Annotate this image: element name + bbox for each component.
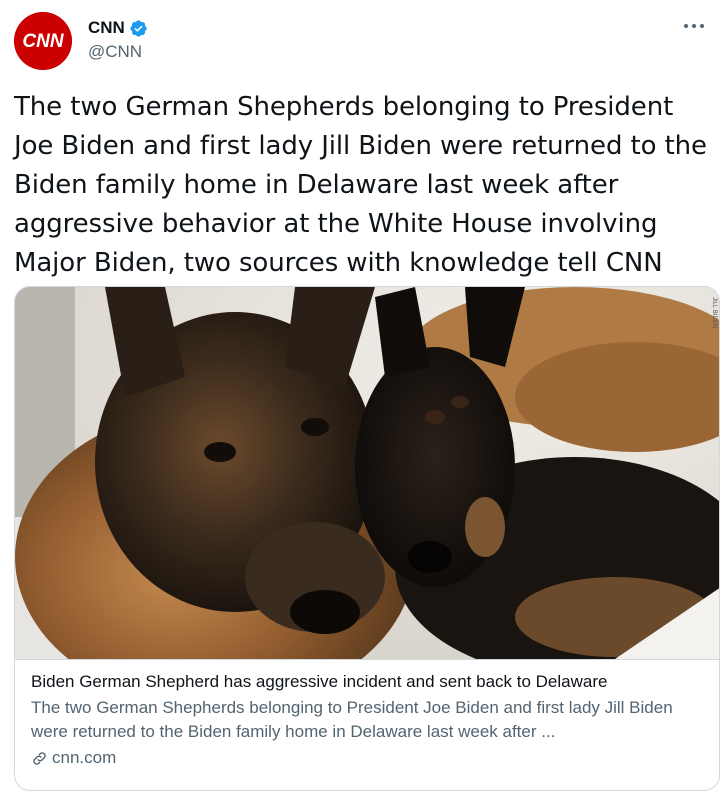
cnn-logo-icon: CNN <box>14 12 72 70</box>
card-domain-row: cnn.com <box>31 746 703 770</box>
tweet: CNN CNN @CNN The two German Shepherds be… <box>0 0 722 806</box>
image-credit: JILL BIDEN <box>711 297 717 328</box>
link-card[interactable]: JILL BIDEN Biden German Shepherd has agg… <box>14 286 720 791</box>
card-meta[interactable]: Biden German Shepherd has aggressive inc… <box>15 659 719 790</box>
more-horizontal-icon[interactable] <box>680 16 708 36</box>
tweet-header: CNN CNN @CNN <box>14 12 708 70</box>
link-icon <box>31 750 48 767</box>
card-title[interactable]: Biden German Shepherd has aggressive inc… <box>31 670 703 694</box>
card-description: The two German Shepherds belonging to Pr… <box>31 698 673 741</box>
handle[interactable]: @CNN <box>88 42 148 62</box>
tweet-text: The two German Shepherds belonging to Pr… <box>14 92 707 278</box>
display-name[interactable]: CNN <box>88 18 125 38</box>
avatar-text: CNN <box>22 31 64 52</box>
card-image[interactable]: JILL BIDEN <box>15 287 719 659</box>
german-shepherds-photo: JILL BIDEN <box>15 287 719 659</box>
author-block: CNN @CNN <box>88 16 148 62</box>
avatar[interactable]: CNN <box>14 12 72 70</box>
card-domain: cnn.com <box>52 748 117 767</box>
display-name-row: CNN <box>88 16 148 40</box>
verified-badge-icon <box>129 19 148 38</box>
